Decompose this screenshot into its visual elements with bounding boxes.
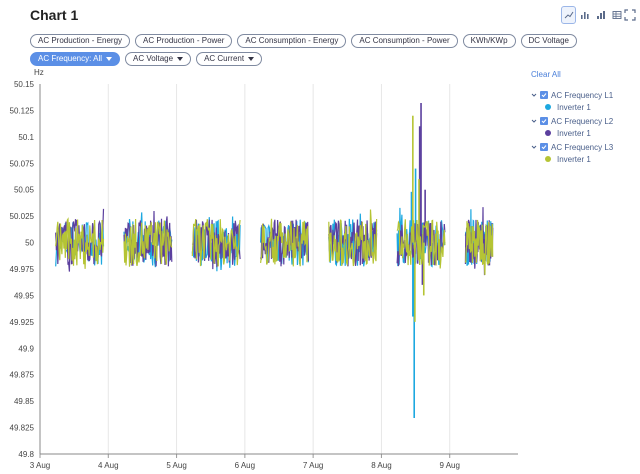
legend-group: AC Frequency L1 Inverter 1 xyxy=(531,89,635,113)
y-tick-label: 49.925 xyxy=(10,318,35,327)
x-tick-label: 7 Aug xyxy=(303,461,323,470)
y-tick-label: 49.9 xyxy=(18,344,34,353)
legend-group: AC Frequency L3 Inverter 1 xyxy=(531,141,635,165)
x-tick-label: 3 Aug xyxy=(30,461,50,470)
y-tick-label: 50.075 xyxy=(10,159,35,168)
legend-item[interactable]: Inverter 1 xyxy=(531,127,635,139)
expand-icon[interactable] xyxy=(624,9,636,21)
legend-series-toggle[interactable]: AC Frequency L3 xyxy=(531,141,635,153)
chart-legend: Clear All AC Frequency L1 Inverter 1 AC Fr… xyxy=(531,70,635,167)
x-tick-label: 9 Aug xyxy=(439,461,459,470)
series-color-dot xyxy=(545,104,551,110)
chevron-down-icon[interactable] xyxy=(531,118,537,124)
chart-type-toolbar xyxy=(561,6,624,24)
bar-chart-icon xyxy=(580,12,589,19)
line-chart-icon xyxy=(564,11,573,19)
legend-item-label: Inverter 1 xyxy=(557,102,591,112)
filter-chip-ac-consumption-energy[interactable]: AC Consumption - Energy xyxy=(237,34,347,48)
ac-frequency-chart: 3 Aug 4 Aug 5 Aug 6 Aug 7 Aug 8 Aug 9 Aug 50.15… xyxy=(0,64,525,474)
y-tick-label: 50.1 xyxy=(18,133,34,142)
clear-all-link[interactable]: Clear All xyxy=(531,70,635,79)
legend-series-label: AC Frequency L1 xyxy=(551,90,614,100)
x-tick-label: 5 Aug xyxy=(166,461,186,470)
y-tick-label: 50.05 xyxy=(14,186,35,195)
y-tick-label: 49.825 xyxy=(10,424,35,433)
stacked-bar-icon xyxy=(596,11,605,19)
x-tick-label: 4 Aug xyxy=(98,461,118,470)
y-axis-label: Hz xyxy=(34,68,44,77)
y-tick-label: 50.025 xyxy=(10,212,35,221)
filter-chip-label: AC Consumption - Energy xyxy=(245,36,339,45)
filter-chip-label: AC Consumption - Power xyxy=(359,36,450,45)
y-tick-label: 49.975 xyxy=(10,265,35,274)
series-ac-frequency-l1 xyxy=(55,168,494,419)
legend-series-toggle[interactable]: AC Frequency L1 xyxy=(531,89,635,101)
y-tick-label: 49.8 xyxy=(18,450,34,459)
legend-series-toggle[interactable]: AC Frequency L2 xyxy=(531,115,635,127)
legend-series-label: AC Frequency L3 xyxy=(551,142,614,152)
table-view-button[interactable] xyxy=(609,6,624,24)
filter-chip-ac-consumption-power[interactable]: AC Consumption - Power xyxy=(351,34,458,48)
metric-filter-bar: AC Production - Energy AC Production - Po… xyxy=(30,34,610,66)
legend-item-label: Inverter 1 xyxy=(557,154,591,164)
y-tick-label: 49.85 xyxy=(14,397,35,406)
y-tick-label: 50 xyxy=(25,239,34,248)
filter-chip-label: DC Voltage xyxy=(528,36,569,45)
filter-chip-label: AC Production - Power xyxy=(143,36,225,45)
series-ac-frequency-l3 xyxy=(55,115,494,322)
x-tick-label: 6 Aug xyxy=(235,461,255,470)
filter-chip-label: AC Production - Energy xyxy=(38,36,123,45)
checkbox-checked-icon[interactable] xyxy=(540,91,548,99)
legend-item-label: Inverter 1 xyxy=(557,128,591,138)
y-tick-label: 50.125 xyxy=(10,106,35,115)
chart-canvas: 3 Aug 4 Aug 5 Aug 6 Aug 7 Aug 8 Aug 9 Aug50.15… xyxy=(10,68,518,470)
bar-chart-button[interactable] xyxy=(577,6,592,24)
caret-down-icon xyxy=(106,57,113,61)
table-view-icon xyxy=(612,11,621,19)
x-tick-label: 8 Aug xyxy=(371,461,391,470)
filter-chip-ac-production-power[interactable]: AC Production - Power xyxy=(135,34,233,48)
y-tick-label: 49.95 xyxy=(14,291,35,300)
chevron-down-icon[interactable] xyxy=(531,92,537,98)
filter-chip-ac-production-energy[interactable]: AC Production - Energy xyxy=(30,34,131,48)
series-color-dot xyxy=(545,130,551,136)
legend-series-label: AC Frequency L2 xyxy=(551,116,614,126)
caret-down-icon xyxy=(248,57,255,61)
line-chart-button[interactable] xyxy=(561,6,576,24)
legend-group: AC Frequency L2 Inverter 1 xyxy=(531,115,635,139)
page-title: Chart 1 xyxy=(30,7,79,23)
y-tick-label: 49.875 xyxy=(10,371,35,380)
checkbox-checked-icon[interactable] xyxy=(540,117,548,125)
legend-item[interactable]: Inverter 1 xyxy=(531,153,635,165)
filter-chip-dc-voltage[interactable]: DC Voltage xyxy=(520,34,577,48)
caret-down-icon xyxy=(177,57,184,61)
y-tick-label: 50.15 xyxy=(14,80,35,89)
stacked-bar-button[interactable] xyxy=(593,6,608,24)
chevron-down-icon[interactable] xyxy=(531,144,537,150)
series-color-dot xyxy=(545,156,551,162)
filter-chip-label: KWh/KWp xyxy=(470,36,508,45)
filter-chip-kwh-kwp[interactable]: KWh/KWp xyxy=(462,34,516,48)
checkbox-checked-icon[interactable] xyxy=(540,143,548,151)
legend-item[interactable]: Inverter 1 xyxy=(531,101,635,113)
